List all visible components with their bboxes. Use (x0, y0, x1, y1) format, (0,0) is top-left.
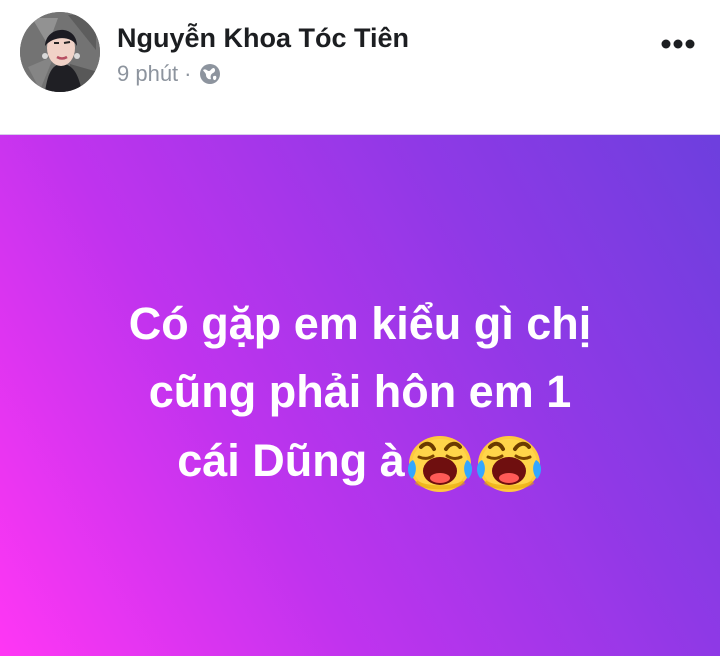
status-line-2: cũng phải hôn em 1 (148, 366, 572, 417)
more-options-icon[interactable] (656, 30, 700, 58)
loudly-crying-face-icon (406, 426, 474, 494)
globe-icon[interactable] (199, 63, 221, 85)
loudly-crying-face-icon (475, 426, 543, 494)
avatar-image (20, 12, 100, 92)
post-timestamp[interactable]: 9 phút (117, 61, 178, 87)
status-background: Có gặp em kiểu gì chị cũng phải hôn em 1… (0, 134, 720, 656)
status-line-1: Có gặp em kiểu gì chị (128, 298, 592, 349)
author-name[interactable]: Nguyễn Khoa Tóc Tiên (117, 22, 409, 54)
facebook-post: Nguyễn Khoa Tóc Tiên 9 phút · Có gặp em … (0, 0, 720, 656)
status-line-3: cái Dũng à (60, 426, 660, 495)
post-meta: 9 phút · (117, 60, 221, 88)
status-line-3-text: cái Dũng à (177, 435, 405, 486)
post-header: Nguyễn Khoa Tóc Tiên 9 phút · (0, 0, 720, 134)
meta-separator: · (184, 61, 192, 86)
avatar[interactable] (20, 12, 100, 92)
status-text: Có gặp em kiểu gì chị cũng phải hôn em 1… (60, 290, 660, 495)
